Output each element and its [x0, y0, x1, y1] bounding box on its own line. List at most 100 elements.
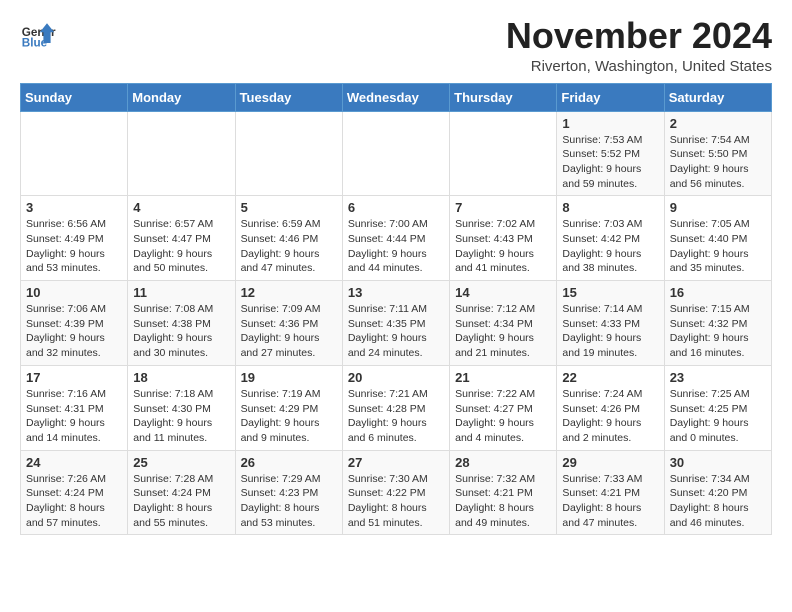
day-info: Sunrise: 7:32 AM Sunset: 4:21 PM Dayligh… — [455, 472, 551, 531]
day-info: Sunrise: 6:59 AM Sunset: 4:46 PM Dayligh… — [241, 217, 337, 276]
calendar-cell: 3 Sunrise: 6:56 AM Sunset: 4:49 PM Daylig… — [21, 196, 128, 281]
calendar-cell: 8Sunrise: 7:03 AM Sunset: 4:42 PM Daylig… — [557, 196, 664, 281]
day-info: Sunrise: 7:30 AM Sunset: 4:22 PM Dayligh… — [348, 472, 444, 531]
day-number: 12 — [241, 285, 337, 300]
day-info: Sunrise: 6:56 AM Sunset: 4:49 PM Dayligh… — [26, 217, 122, 276]
calendar-cell: 5Sunrise: 6:59 AM Sunset: 4:46 PM Daylig… — [235, 196, 342, 281]
location: Riverton, Washington, United States — [506, 58, 772, 75]
title-area: November 2024 Riverton, Washington, Unit… — [506, 16, 772, 75]
col-header-saturday: Saturday — [664, 83, 771, 111]
calendar-cell: 22 Sunrise: 7:24 AM Sunset: 4:26 PM Dayli… — [557, 365, 664, 450]
calendar-cell — [235, 111, 342, 196]
calendar-cell: 18 Sunrise: 7:18 AM Sunset: 4:30 PM Dayli… — [128, 365, 235, 450]
day-number: 15 — [562, 285, 658, 300]
day-number: 25 — [133, 455, 229, 470]
day-info: Sunrise: 7:34 AM Sunset: 4:20 PM Dayligh… — [670, 472, 766, 531]
day-info: Sunrise: 7:16 AM Sunset: 4:31 PM Dayligh… — [26, 387, 122, 446]
day-info: Sunrise: 7:33 AM Sunset: 4:21 PM Dayligh… — [562, 472, 658, 531]
day-number: 2 — [670, 116, 766, 131]
calendar-cell: 24 Sunrise: 7:26 AM Sunset: 4:24 PM Dayli… — [21, 450, 128, 535]
calendar-header: SundayMondayTuesdayWednesdayThursdayFrid… — [21, 83, 772, 111]
day-number: 30 — [670, 455, 766, 470]
day-info: Sunrise: 7:26 AM Sunset: 4:24 PM Dayligh… — [26, 472, 122, 531]
week-row-3: 10 Sunrise: 7:06 AM Sunset: 4:39 PM Dayli… — [21, 281, 772, 366]
day-info: Sunrise: 7:11 AM Sunset: 4:35 PM Dayligh… — [348, 302, 444, 361]
day-info: Sunrise: 6:57 AM Sunset: 4:47 PM Dayligh… — [133, 217, 229, 276]
calendar-cell: 4 Sunrise: 6:57 AM Sunset: 4:47 PM Daylig… — [128, 196, 235, 281]
day-number: 16 — [670, 285, 766, 300]
logo: General Blue — [20, 16, 56, 52]
day-info: Sunrise: 7:06 AM Sunset: 4:39 PM Dayligh… — [26, 302, 122, 361]
week-row-1: 1 Sunrise: 7:53 AM Sunset: 5:52 PM Daylig… — [21, 111, 772, 196]
day-number: 26 — [241, 455, 337, 470]
day-info: Sunrise: 7:22 AM Sunset: 4:27 PM Dayligh… — [455, 387, 551, 446]
day-number: 11 — [133, 285, 229, 300]
day-info: Sunrise: 7:29 AM Sunset: 4:23 PM Dayligh… — [241, 472, 337, 531]
col-header-thursday: Thursday — [450, 83, 557, 111]
calendar-cell: 9Sunrise: 7:05 AM Sunset: 4:40 PM Daylig… — [664, 196, 771, 281]
calendar-cell: 7 Sunrise: 7:02 AM Sunset: 4:43 PM Daylig… — [450, 196, 557, 281]
day-info: Sunrise: 7:12 AM Sunset: 4:34 PM Dayligh… — [455, 302, 551, 361]
logo-icon: General Blue — [20, 16, 56, 52]
calendar-cell: 17 Sunrise: 7:16 AM Sunset: 4:31 PM Dayli… — [21, 365, 128, 450]
day-number: 10 — [26, 285, 122, 300]
day-number: 23 — [670, 370, 766, 385]
calendar-cell — [342, 111, 449, 196]
day-number: 27 — [348, 455, 444, 470]
col-header-tuesday: Tuesday — [235, 83, 342, 111]
day-number: 24 — [26, 455, 122, 470]
day-number: 22 — [562, 370, 658, 385]
day-number: 20 — [348, 370, 444, 385]
day-info: Sunrise: 7:53 AM Sunset: 5:52 PM Dayligh… — [562, 133, 658, 192]
calendar-table: SundayMondayTuesdayWednesdayThursdayFrid… — [20, 83, 772, 536]
day-number: 4 — [133, 200, 229, 215]
day-info: Sunrise: 7:03 AM Sunset: 4:42 PM Dayligh… — [562, 217, 658, 276]
calendar-cell: 6 Sunrise: 7:00 AM Sunset: 4:44 PM Daylig… — [342, 196, 449, 281]
day-number: 18 — [133, 370, 229, 385]
week-row-4: 17 Sunrise: 7:16 AM Sunset: 4:31 PM Dayli… — [21, 365, 772, 450]
day-number: 3 — [26, 200, 122, 215]
calendar-cell — [450, 111, 557, 196]
calendar-cell: 11 Sunrise: 7:08 AM Sunset: 4:38 PM Dayli… — [128, 281, 235, 366]
calendar-cell: 30 Sunrise: 7:34 AM Sunset: 4:20 PM Dayli… — [664, 450, 771, 535]
day-number: 7 — [455, 200, 551, 215]
day-number: 1 — [562, 116, 658, 131]
month-title: November 2024 — [506, 16, 772, 56]
day-number: 14 — [455, 285, 551, 300]
calendar-cell: 26 Sunrise: 7:29 AM Sunset: 4:23 PM Dayli… — [235, 450, 342, 535]
day-number: 17 — [26, 370, 122, 385]
calendar-cell: 16 Sunrise: 7:15 AM Sunset: 4:32 PM Dayli… — [664, 281, 771, 366]
day-info: Sunrise: 7:25 AM Sunset: 4:25 PM Dayligh… — [670, 387, 766, 446]
calendar-cell: 15Sunrise: 7:14 AM Sunset: 4:33 PM Dayli… — [557, 281, 664, 366]
col-header-wednesday: Wednesday — [342, 83, 449, 111]
day-info: Sunrise: 7:02 AM Sunset: 4:43 PM Dayligh… — [455, 217, 551, 276]
calendar-cell: 14 Sunrise: 7:12 AM Sunset: 4:34 PM Dayli… — [450, 281, 557, 366]
calendar-cell: 27 Sunrise: 7:30 AM Sunset: 4:22 PM Dayli… — [342, 450, 449, 535]
calendar-cell: 12Sunrise: 7:09 AM Sunset: 4:36 PM Dayli… — [235, 281, 342, 366]
day-info: Sunrise: 7:28 AM Sunset: 4:24 PM Dayligh… — [133, 472, 229, 531]
day-info: Sunrise: 7:00 AM Sunset: 4:44 PM Dayligh… — [348, 217, 444, 276]
day-number: 13 — [348, 285, 444, 300]
day-number: 19 — [241, 370, 337, 385]
calendar-cell: 21 Sunrise: 7:22 AM Sunset: 4:27 PM Dayli… — [450, 365, 557, 450]
day-info: Sunrise: 7:19 AM Sunset: 4:29 PM Dayligh… — [241, 387, 337, 446]
day-info: Sunrise: 7:08 AM Sunset: 4:38 PM Dayligh… — [133, 302, 229, 361]
day-info: Sunrise: 7:18 AM Sunset: 4:30 PM Dayligh… — [133, 387, 229, 446]
calendar-cell: 1 Sunrise: 7:53 AM Sunset: 5:52 PM Daylig… — [557, 111, 664, 196]
calendar-cell: 23 Sunrise: 7:25 AM Sunset: 4:25 PM Dayli… — [664, 365, 771, 450]
calendar-cell: 20 Sunrise: 7:21 AM Sunset: 4:28 PM Dayli… — [342, 365, 449, 450]
week-row-5: 24 Sunrise: 7:26 AM Sunset: 4:24 PM Dayli… — [21, 450, 772, 535]
day-info: Sunrise: 7:24 AM Sunset: 4:26 PM Dayligh… — [562, 387, 658, 446]
day-number: 6 — [348, 200, 444, 215]
day-number: 21 — [455, 370, 551, 385]
day-info: Sunrise: 7:15 AM Sunset: 4:32 PM Dayligh… — [670, 302, 766, 361]
header: General Blue November 2024 Riverton, Was… — [20, 16, 772, 75]
calendar-cell: 19 Sunrise: 7:19 AM Sunset: 4:29 PM Dayli… — [235, 365, 342, 450]
day-info: Sunrise: 7:05 AM Sunset: 4:40 PM Dayligh… — [670, 217, 766, 276]
calendar-cell — [128, 111, 235, 196]
col-header-friday: Friday — [557, 83, 664, 111]
calendar-cell — [21, 111, 128, 196]
calendar-cell: 10 Sunrise: 7:06 AM Sunset: 4:39 PM Dayli… — [21, 281, 128, 366]
day-info: Sunrise: 7:21 AM Sunset: 4:28 PM Dayligh… — [348, 387, 444, 446]
calendar-cell: 13 Sunrise: 7:11 AM Sunset: 4:35 PM Dayli… — [342, 281, 449, 366]
